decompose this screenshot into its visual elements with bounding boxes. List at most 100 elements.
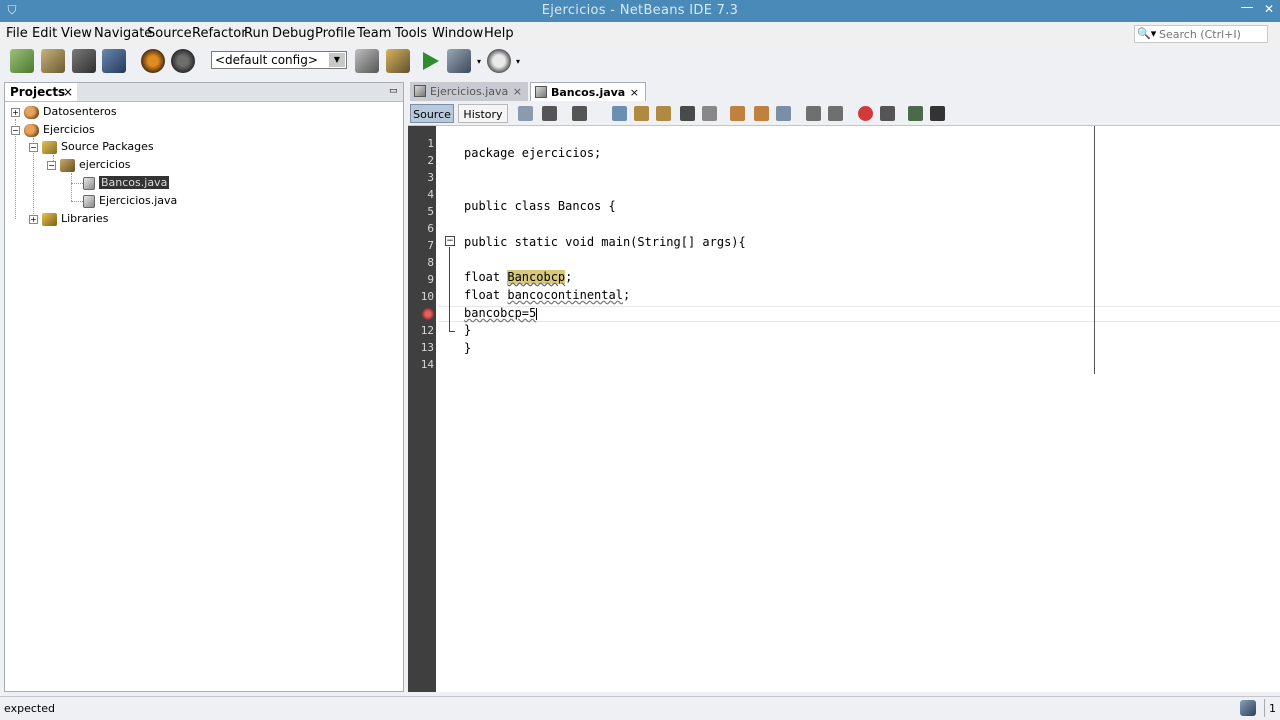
code-line-main: public static void main(String[] args){ — [464, 235, 746, 249]
collapse-icon[interactable]: − — [47, 160, 56, 170]
toggle-bookmark-icon[interactable] — [776, 106, 791, 121]
projects-panel: Projects × ▭ + Datosenteros − Ejercicios −… — [4, 82, 404, 692]
next-bookmark-icon[interactable] — [754, 106, 769, 121]
tree-item-package-ejercicios[interactable]: − ejercicios — [47, 156, 131, 174]
tree-item-datosenteros[interactable]: + Datosenteros — [11, 103, 117, 121]
build-icon[interactable] — [386, 49, 410, 73]
code-line-close-class: } — [464, 341, 472, 355]
variable-bancobcp: Bancobcp — [507, 270, 566, 284]
line-number: 3 — [427, 171, 434, 184]
variable-bancocontinental: bancocontinental — [507, 288, 623, 302]
notifications-icon[interactable] — [1240, 700, 1256, 716]
previous-bookmark-icon[interactable] — [730, 106, 745, 121]
clean-build-icon[interactable] — [355, 49, 379, 73]
shift-left-icon[interactable] — [806, 106, 821, 121]
minimize-panel-icon[interactable]: ▭ — [389, 86, 399, 96]
chevron-down-icon[interactable]: ▼ — [329, 53, 345, 67]
source-view-button[interactable]: Source — [410, 104, 454, 123]
menu-help[interactable]: Help — [484, 26, 514, 41]
menu-file[interactable]: File — [6, 26, 28, 41]
close-window-button[interactable]: ✕ — [1262, 2, 1276, 16]
menu-refactor[interactable]: Refactor — [192, 26, 247, 41]
close-icon[interactable]: × — [63, 83, 73, 101]
find-icon[interactable] — [612, 106, 627, 121]
debug-dropdown-icon[interactable]: ▾ — [477, 57, 481, 66]
code-line-class: public class Bancos { — [464, 199, 616, 213]
package-icon — [60, 158, 75, 172]
close-icon[interactable]: × — [630, 83, 639, 102]
undo-icon[interactable] — [141, 49, 165, 73]
comment-icon[interactable] — [908, 106, 923, 121]
menu-edit[interactable]: Edit — [32, 26, 57, 41]
start-macro-icon[interactable] — [858, 106, 873, 121]
debug-icon[interactable] — [447, 49, 471, 73]
tree-item-ejercicios[interactable]: − Ejercicios — [11, 121, 95, 139]
save-all-icon[interactable] — [102, 49, 126, 73]
semicolon: ; — [622, 288, 631, 302]
close-icon[interactable]: × — [513, 82, 522, 101]
run-icon[interactable] — [423, 52, 439, 70]
history-view-button[interactable]: History — [458, 104, 508, 123]
menu-window[interactable]: Window — [432, 26, 483, 41]
expand-icon[interactable]: + — [29, 214, 38, 224]
open-project-icon[interactable] — [72, 49, 96, 73]
toggle-highlight-icon[interactable] — [680, 106, 695, 121]
profile-icon[interactable] — [487, 49, 511, 73]
line-number: 6 — [427, 222, 434, 235]
search-input[interactable] — [1159, 27, 1265, 41]
menu-navigate[interactable]: Navigate — [94, 26, 152, 41]
collapse-icon[interactable]: − — [29, 142, 38, 152]
fold-toggle-icon[interactable]: − — [445, 236, 455, 246]
error-icon[interactable] — [422, 308, 434, 320]
menu-run[interactable]: Run — [244, 26, 269, 41]
project-icon — [24, 105, 39, 119]
tree-item-bancos-java[interactable]: Bancos.java — [83, 174, 170, 192]
right-margin-line — [1094, 126, 1095, 374]
new-project-icon[interactable] — [10, 49, 34, 73]
menu-tools[interactable]: Tools — [395, 26, 427, 41]
collapse-icon[interactable]: − — [11, 125, 20, 135]
keyword-float: float — [464, 288, 508, 302]
tab-projects-label: Projects — [10, 85, 66, 99]
tab-projects[interactable]: Projects × — [5, 83, 77, 101]
menu-profile[interactable]: Profile — [315, 26, 355, 41]
new-file-icon[interactable] — [41, 49, 65, 73]
line-number: 5 — [427, 205, 434, 218]
last-edit-icon[interactable] — [518, 106, 533, 121]
code-line-package: package ejercicios; — [464, 146, 602, 160]
libraries-icon — [42, 212, 57, 226]
search-icon[interactable]: 🔍▾ — [1137, 26, 1157, 42]
menu-view[interactable]: View — [61, 26, 92, 41]
forward-icon[interactable] — [572, 106, 587, 121]
code-editor[interactable]: 1 2 3 4 5 6 7 8 9 10 12 13 14 − package … — [408, 126, 1280, 692]
tree-item-label: Ejercicios.java — [99, 194, 178, 207]
menu-debug[interactable]: Debug — [272, 26, 315, 41]
shift-right-icon[interactable] — [828, 106, 843, 121]
tree-item-libraries[interactable]: + Libraries — [29, 210, 109, 228]
editor-tabs: Ejercicios.java × Bancos.java × — [408, 82, 1280, 101]
tree-item-source-packages[interactable]: − Source Packages — [29, 138, 154, 156]
toggle-selection-icon[interactable] — [702, 106, 717, 121]
menu-source[interactable]: Source — [147, 26, 192, 41]
search-box[interactable]: 🔍▾ — [1134, 25, 1268, 43]
minimize-button[interactable]: — — [1240, 1, 1254, 16]
tab-bancos-java[interactable]: Bancos.java × — [530, 82, 646, 101]
expand-icon[interactable]: + — [11, 107, 20, 117]
config-select[interactable]: <default config> ▼ — [211, 51, 347, 69]
uncomment-icon[interactable] — [930, 106, 945, 121]
back-icon[interactable] — [542, 106, 557, 121]
tree-item-ejercicios-java[interactable]: Ejercicios.java — [83, 192, 177, 210]
tree-item-label: Ejercicios — [43, 123, 95, 136]
find-next-icon[interactable] — [656, 106, 671, 121]
status-position: 1 — [1269, 702, 1276, 715]
window-title: Ejercicios - NetBeans IDE 7.3 — [541, 3, 739, 18]
stop-macro-icon[interactable] — [880, 106, 895, 121]
redo-icon[interactable] — [171, 49, 195, 73]
semicolon: ; — [565, 270, 573, 284]
profile-dropdown-icon[interactable]: ▾ — [516, 57, 520, 66]
text-caret — [536, 307, 538, 320]
tab-ejercicios-java[interactable]: Ejercicios.java × — [410, 82, 528, 101]
line-number-gutter: 1 2 3 4 5 6 7 8 9 10 12 13 14 — [408, 126, 436, 692]
menu-team[interactable]: Team — [357, 26, 391, 41]
find-previous-icon[interactable] — [634, 106, 649, 121]
